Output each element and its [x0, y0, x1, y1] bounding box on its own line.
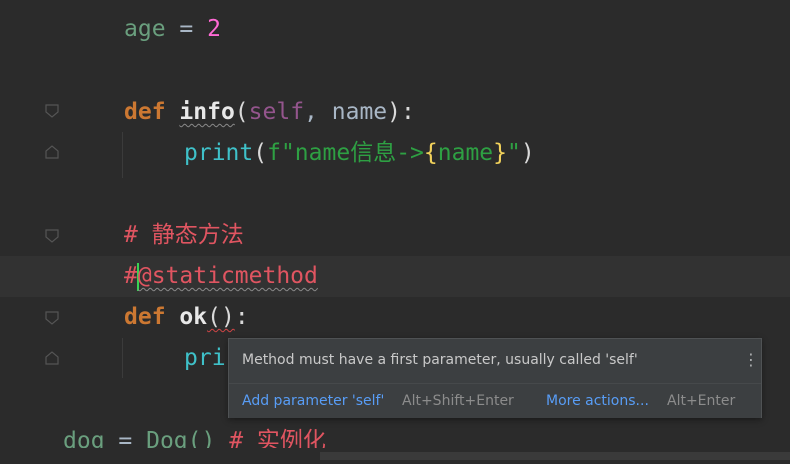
paren-token: (	[234, 99, 249, 125]
self-param-token: self	[248, 99, 305, 125]
shortcut-label: Alt+Shift+Enter	[402, 393, 514, 409]
fstring-token: "	[507, 140, 521, 166]
builtin-token: pri	[184, 345, 226, 371]
code-line-decorator[interactable]: #@staticmethod	[0, 256, 790, 297]
variable-token: age	[124, 16, 166, 42]
function-name-token: info	[179, 99, 235, 125]
keyword-token: def	[124, 99, 166, 125]
colon-token: :	[234, 304, 249, 330]
keyword-token: def	[124, 304, 166, 330]
inspection-message: Method must have a first parameter, usua…	[242, 352, 638, 368]
brace-token: }	[493, 140, 507, 166]
number-token: 2	[207, 16, 221, 42]
code-line-def-ok[interactable]: def ok():	[0, 297, 790, 338]
more-actions-link[interactable]: More actions...	[546, 393, 649, 409]
code-line-comment[interactable]: # 静态方法	[0, 215, 790, 256]
expr-token: name	[437, 140, 494, 166]
fstring-token: f"name信息->	[267, 140, 424, 166]
paren-token: ()	[207, 304, 235, 330]
code-line-age[interactable]: age = 2	[0, 9, 790, 50]
inspection-popup: Method must have a first parameter, usua…	[228, 338, 762, 418]
comma-token: ,	[304, 99, 332, 125]
code-line-print-info[interactable]: print(f"name信息->{name}")	[0, 133, 790, 174]
scrollbar-thumb[interactable]	[320, 452, 790, 460]
function-name-token: ok	[179, 304, 208, 330]
brace-token: {	[423, 140, 438, 166]
shortcut-label: Alt+Enter	[667, 393, 736, 409]
comment-hash-token: #	[124, 263, 138, 289]
paren-token: (	[253, 140, 268, 166]
horizontal-scrollbar[interactable]	[0, 448, 790, 464]
operator-token: =	[165, 16, 208, 42]
paren-token: )	[520, 140, 535, 166]
popup-actions-bar: Add parameter 'self' Alt+Shift+Enter Mor…	[229, 383, 761, 418]
add-parameter-self-link[interactable]: Add parameter 'self'	[242, 393, 384, 409]
comment-token: # 静态方法	[124, 222, 244, 248]
param-token: name	[331, 99, 388, 125]
code-editor[interactable]: age = 2 def info(self, name): print(f"na…	[0, 0, 790, 464]
builtin-token: print	[184, 140, 254, 166]
vertical-dots-icon[interactable]: ⋮	[743, 349, 759, 371]
code-line-def-info[interactable]: def info(self, name):	[0, 92, 790, 133]
decorator-token: @staticmethod	[137, 263, 318, 289]
paren-token: ):	[387, 99, 415, 125]
